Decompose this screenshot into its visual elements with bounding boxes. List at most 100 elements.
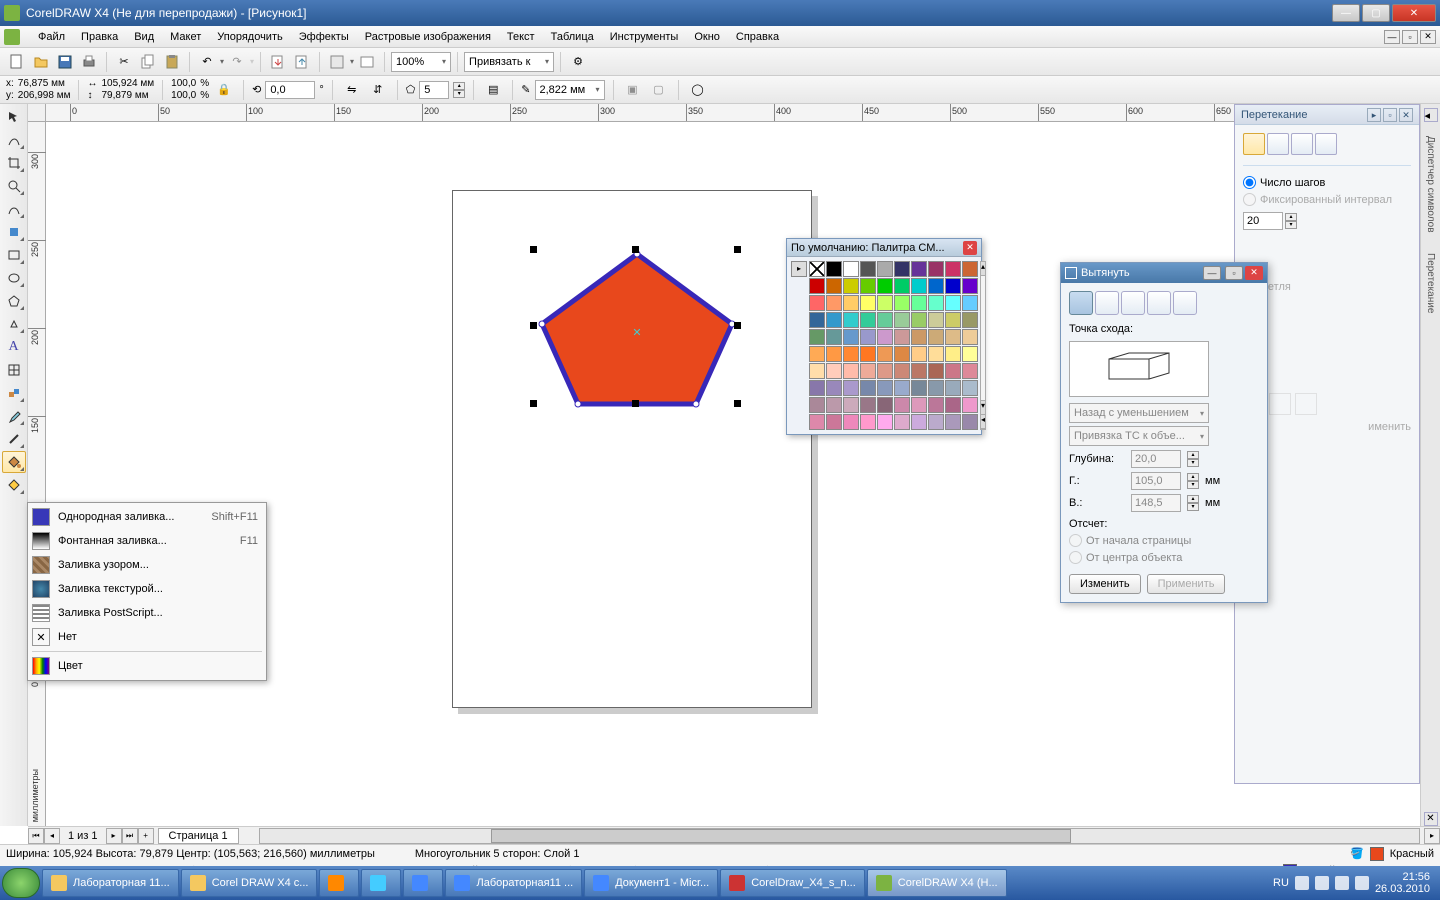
color-swatch[interactable] xyxy=(911,346,927,362)
scale-y[interactable]: 100,0 xyxy=(171,90,196,101)
pick-tool[interactable] xyxy=(2,106,26,128)
selection-handle[interactable] xyxy=(734,322,741,329)
from-page-radio[interactable] xyxy=(1069,534,1082,547)
menu-view[interactable]: Вид xyxy=(126,29,162,45)
docker-tab-symbols[interactable]: Диспетчер символов xyxy=(1423,130,1438,239)
color-swatch[interactable] xyxy=(928,397,944,413)
selection-handle[interactable] xyxy=(530,400,537,407)
menu-effects[interactable]: Эффекты xyxy=(291,29,357,45)
convert-curves-button[interactable]: ◯ xyxy=(687,79,709,101)
task-item[interactable] xyxy=(319,869,359,897)
scroll-right-button[interactable]: ▸ xyxy=(1424,828,1440,844)
extrude-tab-rotation[interactable] xyxy=(1095,291,1119,315)
postscript-fill-item[interactable]: Заливка PostScript... xyxy=(28,601,266,625)
color-swatch[interactable] xyxy=(826,363,842,379)
blend-apply-button[interactable]: именить xyxy=(1243,421,1411,433)
color-swatch[interactable] xyxy=(894,397,910,413)
mdi-restore[interactable]: ▫ xyxy=(1402,30,1418,44)
color-swatch[interactable] xyxy=(894,261,910,277)
menu-window[interactable]: Окно xyxy=(686,29,728,45)
h-input[interactable] xyxy=(1131,472,1181,490)
fixed-radio[interactable] xyxy=(1243,193,1256,206)
tray-icon[interactable] xyxy=(1355,876,1369,890)
extrude-max-button[interactable]: ▫ xyxy=(1225,266,1243,280)
color-swatch[interactable] xyxy=(928,261,944,277)
color-swatch[interactable] xyxy=(843,295,859,311)
texture-fill-item[interactable]: Заливка текстурой... xyxy=(28,577,266,601)
lang-indicator[interactable]: RU xyxy=(1273,877,1289,889)
color-swatch[interactable] xyxy=(911,261,927,277)
color-swatch[interactable] xyxy=(877,312,893,328)
mdi-close[interactable]: ✕ xyxy=(1420,30,1436,44)
x-value[interactable]: 76,875 мм xyxy=(18,78,71,89)
task-item[interactable] xyxy=(403,869,443,897)
print-button[interactable] xyxy=(78,51,100,73)
selection-handle[interactable] xyxy=(734,400,741,407)
options-button[interactable]: ⚙ xyxy=(567,51,589,73)
task-item[interactable]: Лабораторная11 ... xyxy=(445,869,582,897)
color-swatch[interactable] xyxy=(962,329,978,345)
redo-button[interactable]: ↷ xyxy=(226,51,248,73)
close-button[interactable]: ✕ xyxy=(1392,4,1436,22)
color-swatch[interactable] xyxy=(860,414,876,430)
blend-start-button[interactable] xyxy=(1269,393,1291,415)
blend-accel-tab[interactable] xyxy=(1267,133,1289,155)
next-page-button[interactable]: ▸ xyxy=(106,828,122,844)
color-swatch[interactable] xyxy=(843,261,859,277)
color-swatch[interactable] xyxy=(809,329,825,345)
color-swatch[interactable] xyxy=(894,312,910,328)
color-swatch[interactable] xyxy=(877,380,893,396)
apply-button[interactable]: Применить xyxy=(1147,574,1226,594)
color-swatch[interactable] xyxy=(860,380,876,396)
color-swatch[interactable] xyxy=(911,295,927,311)
color-swatch[interactable] xyxy=(826,295,842,311)
extrude-tab-camera[interactable] xyxy=(1069,291,1093,315)
zoom-tool[interactable] xyxy=(2,175,26,197)
extrude-tab-light[interactable] xyxy=(1121,291,1145,315)
task-item[interactable]: Документ1 - Micr... xyxy=(584,869,718,897)
width-value[interactable]: 105,924 мм xyxy=(101,78,154,89)
color-swatch[interactable] xyxy=(826,397,842,413)
color-swatch[interactable] xyxy=(945,278,961,294)
no-fill-item[interactable]: ✕ Нет xyxy=(28,625,266,649)
color-swatch[interactable] xyxy=(962,414,978,430)
y-value[interactable]: 206,998 мм xyxy=(18,90,71,101)
color-swatch[interactable] xyxy=(962,346,978,362)
color-swatch[interactable] xyxy=(894,414,910,430)
color-swatch[interactable] xyxy=(843,312,859,328)
color-swatch[interactable] xyxy=(877,261,893,277)
last-page-button[interactable]: ⏭ xyxy=(122,828,138,844)
task-item[interactable] xyxy=(361,869,401,897)
docker-undock-button[interactable]: ▫ xyxy=(1383,108,1397,122)
outline-tool[interactable] xyxy=(2,428,26,450)
zoom-combo[interactable]: 100% xyxy=(391,52,451,72)
fill-swatch[interactable] xyxy=(1370,847,1384,861)
color-swatch[interactable] xyxy=(945,261,961,277)
undo-button[interactable]: ↶ xyxy=(196,51,218,73)
first-page-button[interactable]: ⏮ xyxy=(28,828,44,844)
color-palette-window[interactable]: По умолчанию: Палитра СМ... ✕ ▸ ▴▾◂ xyxy=(786,238,982,435)
color-swatch[interactable] xyxy=(877,278,893,294)
menu-help[interactable]: Справка xyxy=(728,29,787,45)
interactive-blend-tool[interactable] xyxy=(2,382,26,404)
table-tool[interactable] xyxy=(2,359,26,381)
color-swatch[interactable] xyxy=(809,380,825,396)
mdi-minimize[interactable]: — xyxy=(1384,30,1400,44)
freehand-tool[interactable] xyxy=(2,198,26,220)
color-swatch[interactable] xyxy=(826,329,842,345)
fill-tool[interactable] xyxy=(2,451,26,473)
color-swatch[interactable] xyxy=(962,312,978,328)
task-item[interactable]: Лабораторная 11... xyxy=(42,869,179,897)
color-swatch[interactable] xyxy=(826,278,842,294)
color-swatch[interactable] xyxy=(809,414,825,430)
selection-handle[interactable] xyxy=(530,322,537,329)
docker-close-button[interactable]: ✕ xyxy=(1399,108,1413,122)
app-launcher-button[interactable] xyxy=(326,51,348,73)
sides-input[interactable] xyxy=(419,81,449,99)
menu-edit[interactable]: Правка xyxy=(73,29,126,45)
color-swatch[interactable] xyxy=(962,261,978,277)
menu-bitmaps[interactable]: Растровые изображения xyxy=(357,29,499,45)
color-swatch[interactable] xyxy=(877,346,893,362)
color-swatch[interactable] xyxy=(843,278,859,294)
import-button[interactable] xyxy=(267,51,289,73)
